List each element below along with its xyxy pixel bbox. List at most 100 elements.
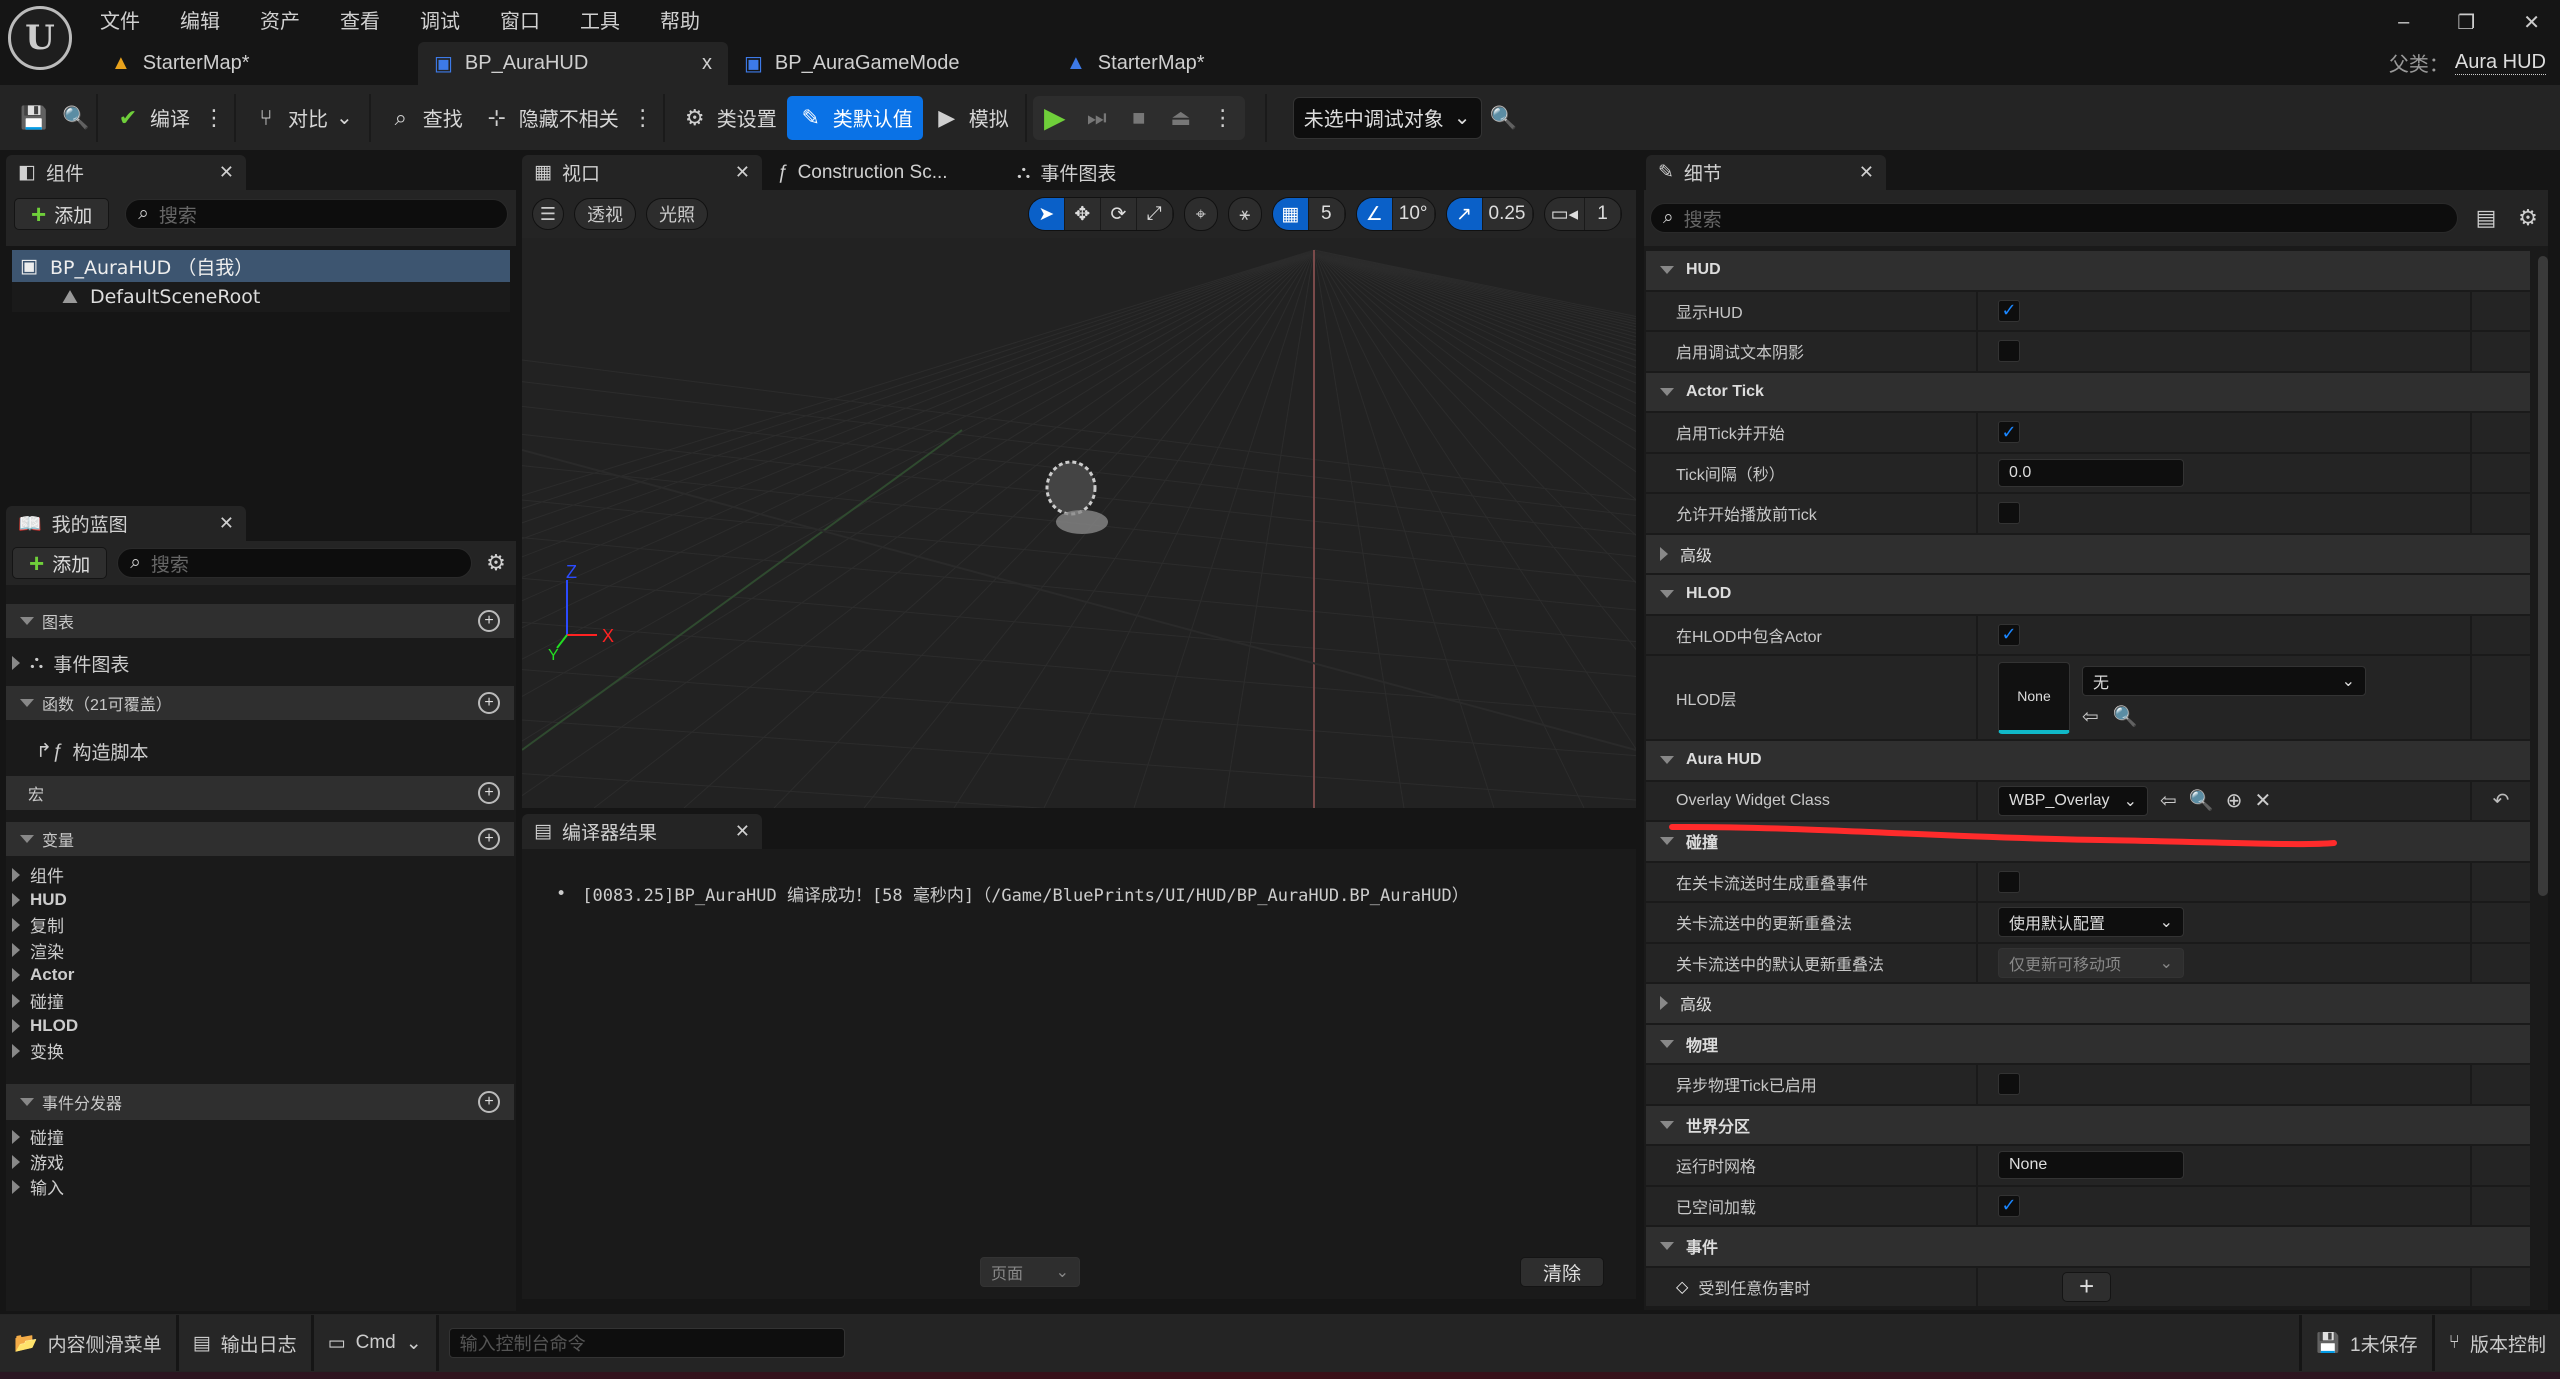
menu-debug[interactable]: 调试 — [420, 5, 460, 34]
content-drawer-button[interactable]: 📂 内容侧滑菜单 — [0, 1315, 179, 1371]
checkbox[interactable]: ✓ — [1998, 299, 2020, 322]
ue-logo[interactable]: U — [8, 6, 72, 70]
checkbox[interactable] — [1998, 502, 2020, 525]
browse-icon[interactable]: 🔍 — [62, 104, 90, 132]
details-section[interactable]: HLOD — [1646, 575, 2530, 614]
details-section[interactable]: 世界分区 — [1646, 1105, 2530, 1144]
section-graphs[interactable]: 图表 + — [6, 604, 514, 638]
reset-column[interactable]: ↶ — [2472, 782, 2530, 821]
cmd-select[interactable]: ▭ Cmd ⌄ — [313, 1315, 439, 1371]
reset-to-default-icon[interactable]: ↶ — [2493, 788, 2510, 813]
menu-tools[interactable]: 工具 — [580, 5, 620, 34]
debug-target-select[interactable]: 未选中调试对象 ⌄ — [1292, 96, 1482, 139]
diff-button[interactable]: ⑂ 对比 ⌄ — [242, 96, 363, 140]
expand-arrow-icon[interactable] — [12, 892, 20, 907]
details-section[interactable]: 物理 — [1646, 1024, 2530, 1063]
use-selected-icon[interactable]: ⇦ — [2160, 788, 2177, 813]
my-blueprint-tab[interactable]: 📖 我的蓝图 ✕ — [6, 506, 246, 541]
maximize-button[interactable]: ❐ — [2457, 10, 2475, 35]
scale-snap[interactable]: ↗ 0.25 — [1445, 197, 1534, 231]
details-scrollbar[interactable] — [2538, 256, 2548, 896]
expand-arrow-icon[interactable] — [12, 1129, 20, 1144]
expand-arrow-icon[interactable] — [20, 835, 34, 843]
asset-select[interactable]: 无 ⌄ — [2082, 666, 2366, 696]
class-settings-button[interactable]: ⚙ 类设置 — [671, 96, 787, 140]
expand-arrow-icon[interactable] — [20, 617, 34, 625]
expand-arrow-icon[interactable] — [12, 867, 20, 882]
dispatcher-category[interactable]: 游戏 — [12, 1149, 64, 1174]
expand-arrow-icon[interactable] — [1660, 546, 1668, 561]
details-section[interactable]: 事件 — [1646, 1227, 2530, 1266]
scale-tool-icon[interactable]: ⤢ — [1137, 198, 1173, 230]
list-item-construction-script[interactable]: ↱ƒ 构造脚本 — [36, 736, 149, 766]
viewport-options-button[interactable]: ☰ — [532, 198, 564, 230]
dispatcher-category[interactable]: 碰撞 — [12, 1124, 64, 1149]
collapse-arrow-icon[interactable] — [1660, 266, 1674, 275]
section-event-dispatchers[interactable]: 事件分发器 + — [6, 1084, 514, 1120]
collapse-arrow-icon[interactable] — [1660, 590, 1674, 599]
compile-button[interactable]: ✔ 编译 — [104, 96, 200, 140]
create-new-icon[interactable]: ⊕ — [2226, 788, 2243, 813]
close-tab-icon[interactable]: ✕ — [219, 513, 234, 534]
expand-arrow-icon[interactable] — [12, 917, 20, 932]
collapse-arrow-icon[interactable] — [1660, 756, 1674, 765]
expand-arrow-icon[interactable] — [12, 656, 20, 670]
variable-category[interactable]: 碰撞 — [12, 988, 64, 1013]
add-circle-icon[interactable]: + — [478, 692, 500, 714]
details-tab[interactable]: ✎ 细节 ✕ — [1646, 155, 1886, 190]
collapse-arrow-icon[interactable] — [1660, 837, 1674, 846]
text-field[interactable]: 0.0 — [1998, 458, 2184, 487]
compile-options-icon[interactable]: ⋮ — [200, 104, 228, 132]
close-tab-icon[interactable]: ✕ — [735, 821, 750, 842]
event-graph-tab[interactable]: ⛬ 事件图表 — [1005, 155, 1185, 190]
console-command-input[interactable]: 输入控制台命令 — [448, 1328, 845, 1358]
checkbox[interactable]: ✓ — [1998, 1194, 2020, 1217]
expand-arrow-icon[interactable] — [1660, 996, 1668, 1011]
step-icon[interactable]: ⏭ — [1083, 104, 1111, 132]
save-icon[interactable]: 💾 — [20, 104, 48, 132]
source-control-button[interactable]: ⑂ 版本控制 — [2434, 1315, 2560, 1371]
collapse-arrow-icon[interactable] — [1660, 1120, 1674, 1129]
surface-snap-icon[interactable]: ⚹ — [1227, 197, 1262, 231]
collapse-arrow-icon[interactable] — [1660, 1242, 1674, 1251]
tree-item-self[interactable]: ▣ BP_AuraHUD （自我） — [12, 250, 510, 282]
close-tab-icon[interactable]: x — [702, 52, 712, 75]
expand-arrow-icon[interactable] — [12, 993, 20, 1008]
asset-thumbnail[interactable]: None — [1998, 661, 2070, 734]
section-variables[interactable]: 变量 + — [6, 822, 514, 856]
tree-item-defaultsceneroot[interactable]: ⛰ DefaultSceneRoot — [12, 282, 510, 312]
simulate-button[interactable]: ▶ 模拟 — [923, 96, 1019, 140]
collapse-arrow-icon[interactable] — [1660, 1039, 1674, 1048]
details-section[interactable]: Aura HUD — [1646, 741, 2530, 780]
construction-script-tab[interactable]: ƒ Construction Sc... — [765, 155, 985, 190]
viewport-panel[interactable]: Z X Y ☰ 透视 光照 ➤ ✥ ⟳ ⤢ ⌖ ⚹ ▦ 5 ∠ 10° ↗ 0.25 ▭◂ 1 — [522, 190, 1636, 808]
browse-icon[interactable]: 🔍 — [2189, 788, 2214, 813]
close-window-button[interactable]: ✕ — [2523, 10, 2540, 35]
doc-tab-bp-aurahud[interactable]: ▣ BP_AuraHUD x — [418, 42, 728, 85]
rotation-snap[interactable]: ∠ 10° — [1355, 197, 1436, 231]
close-tab-icon[interactable]: ✕ — [219, 162, 234, 183]
section-functions[interactable]: 函数（21可覆盖） + — [6, 686, 514, 720]
add-circle-icon[interactable]: + — [478, 782, 500, 804]
output-log-button[interactable]: ▤ 输出日志 — [178, 1315, 314, 1371]
variable-category[interactable]: Actor — [12, 963, 74, 988]
list-item-event-graph[interactable]: ⛬ 事件图表 — [12, 648, 129, 678]
add-circle-icon[interactable]: + — [478, 1091, 500, 1113]
expand-arrow-icon[interactable] — [20, 699, 34, 707]
details-search-input[interactable]: ⌕ 搜索 — [1650, 203, 2458, 233]
clear-icon[interactable]: ✕ — [2254, 788, 2271, 813]
add-circle-icon[interactable]: + — [478, 828, 500, 850]
checkbox[interactable] — [1998, 1073, 2020, 1096]
page-select[interactable]: 页面 ⌄ — [980, 1257, 1080, 1287]
expand-arrow-icon[interactable] — [12, 943, 20, 958]
expand-arrow-icon[interactable] — [12, 1043, 20, 1058]
details-section[interactable]: HUD — [1646, 251, 2530, 290]
add-event-button[interactable]: + — [2062, 1271, 2112, 1302]
doc-tab-startermap[interactable]: ▲ StarterMap* — [95, 42, 395, 85]
expand-arrow-icon[interactable] — [12, 1018, 20, 1033]
play-options-icon[interactable]: ⋮ — [1209, 104, 1237, 132]
menu-edit[interactable]: 编辑 — [180, 5, 220, 34]
components-tab[interactable]: ◧ 组件 ✕ — [6, 155, 246, 190]
checkbox[interactable]: ✓ — [1998, 421, 2020, 444]
gear-icon[interactable]: ⚙ — [2514, 204, 2542, 232]
